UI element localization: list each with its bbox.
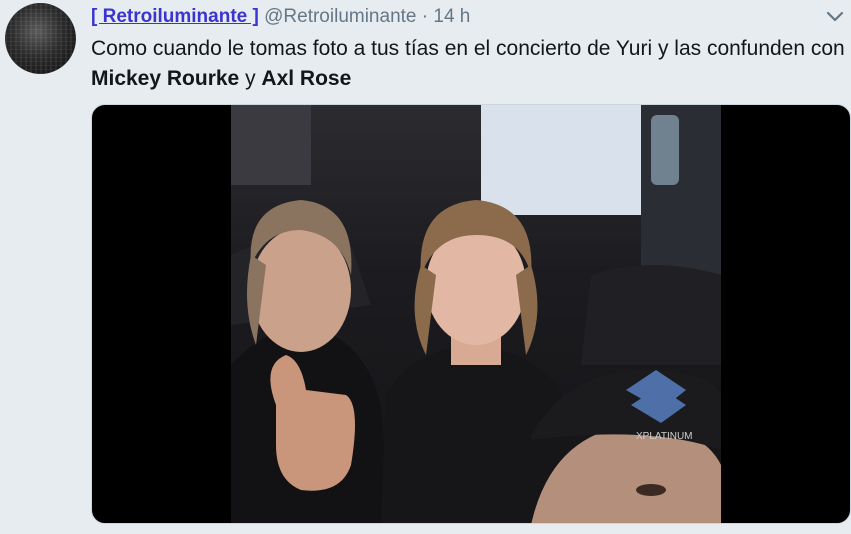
avatar-texture bbox=[5, 3, 76, 74]
tweet-text: Como cuando le tomas foto a tus tías en … bbox=[91, 34, 846, 94]
avatar[interactable] bbox=[5, 3, 76, 74]
tweet-media[interactable]: XPLATINUM bbox=[91, 104, 851, 524]
separator-dot: · bbox=[421, 6, 429, 27]
timestamp[interactable]: 14 h bbox=[433, 6, 470, 27]
photo-illustration: XPLATINUM bbox=[231, 105, 721, 523]
cap-logo-text: XPLATINUM bbox=[636, 431, 693, 442]
chevron-down-icon[interactable] bbox=[825, 8, 845, 24]
display-name-link[interactable]: [ Retroiluminante ] bbox=[91, 6, 259, 27]
tweet-header: [ Retroiluminante ] @Retroiluminante · 1… bbox=[91, 6, 811, 28]
user-handle[interactable]: @Retroiluminante bbox=[264, 6, 416, 27]
tweet-text-name-1: Mickey Rourke bbox=[91, 67, 240, 90]
tweet-text-intro: Como cuando le tomas foto a tus tías en … bbox=[91, 37, 845, 60]
tweet-photo[interactable]: XPLATINUM bbox=[231, 105, 721, 523]
tweet-text-name-2: Axl Rose bbox=[261, 67, 352, 90]
tweet-text-conjunction: y bbox=[239, 67, 262, 90]
